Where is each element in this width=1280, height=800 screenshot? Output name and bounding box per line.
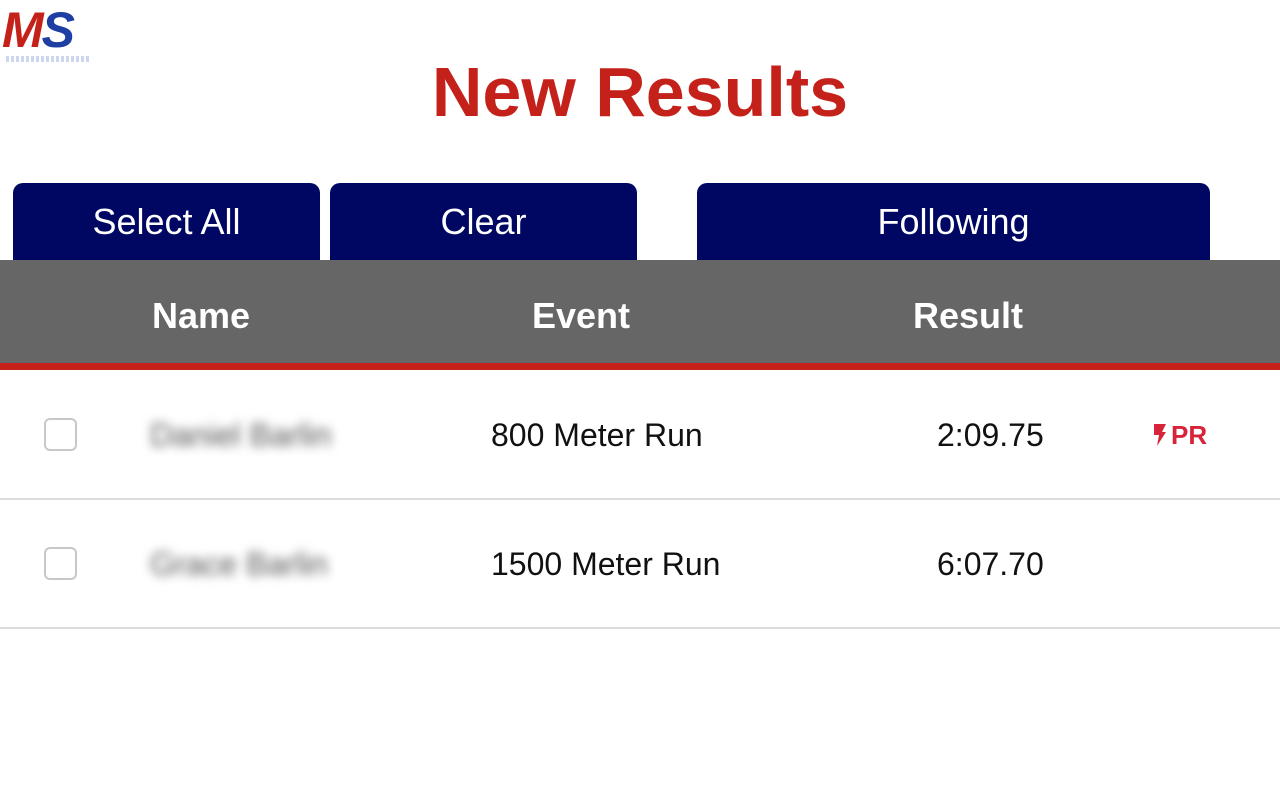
row-checkbox[interactable] (44, 418, 77, 451)
logo-text: MS (2, 2, 75, 58)
select-all-button[interactable]: Select All (13, 183, 320, 260)
row-checkbox[interactable] (44, 547, 77, 580)
results-table-header: Name Event Result (0, 260, 1280, 363)
event-name: 800 Meter Run (491, 417, 703, 453)
pr-badge: PR (1153, 371, 1207, 500)
column-header-event[interactable]: Event (532, 260, 630, 363)
lightning-bolt-icon (1154, 424, 1166, 447)
athlete-name[interactable]: Daniel Barlin (150, 371, 331, 500)
clear-button[interactable]: Clear (330, 183, 637, 260)
event-name: 1500 Meter Run (491, 546, 721, 582)
table-row[interactable]: Grace Barlin 1500 Meter Run 6:07.70 (0, 500, 1280, 629)
athlete-name[interactable]: Grace Barlin (150, 500, 328, 629)
following-button[interactable]: Following (697, 183, 1210, 260)
result-time: 6:07.70 (937, 546, 1044, 582)
logo-letter-s: S (41, 2, 75, 58)
result-time: 2:09.75 (937, 417, 1044, 453)
logo-letter-m: M (2, 2, 44, 58)
table-row[interactable]: Daniel Barlin 800 Meter Run 2:09.75 PR (0, 371, 1280, 500)
column-header-result[interactable]: Result (913, 260, 1023, 363)
page: MS New Results Select All Clear Followin… (0, 0, 1280, 800)
page-title: New Results (431, 53, 849, 131)
pr-badge-label: PR (1171, 420, 1208, 450)
column-header-name[interactable]: Name (152, 260, 250, 363)
header-divider (0, 363, 1280, 370)
